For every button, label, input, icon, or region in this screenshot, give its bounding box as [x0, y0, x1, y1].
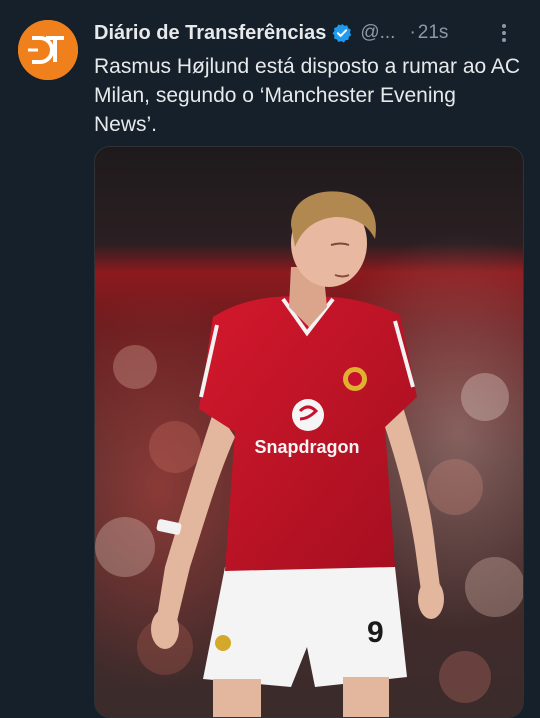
tweet-media-image[interactable]: 9 Snapdragon [94, 146, 524, 718]
display-name[interactable]: Diário de Transferências [94, 22, 326, 45]
tweet-text: Rasmus Højlund está disposto a rumar ao … [94, 55, 521, 136]
more-options-icon[interactable] [492, 21, 516, 45]
shorts-number: 9 [367, 616, 384, 649]
separator-dot: · [409, 22, 416, 43]
verified-badge-icon [332, 23, 352, 43]
tweet-card[interactable]: Diário de Transferências @... · 21s Rasm… [0, 0, 540, 718]
handle[interactable]: @... [360, 22, 395, 44]
tweet-header: Diário de Transferências @... · 21s [94, 19, 522, 47]
shirt-sponsor: Snapdragon [254, 437, 359, 457]
dt-logo-icon [18, 20, 78, 80]
player-photo: 9 Snapdragon [95, 147, 523, 717]
timestamp[interactable]: 21s [418, 22, 449, 44]
avatar[interactable] [18, 20, 78, 80]
